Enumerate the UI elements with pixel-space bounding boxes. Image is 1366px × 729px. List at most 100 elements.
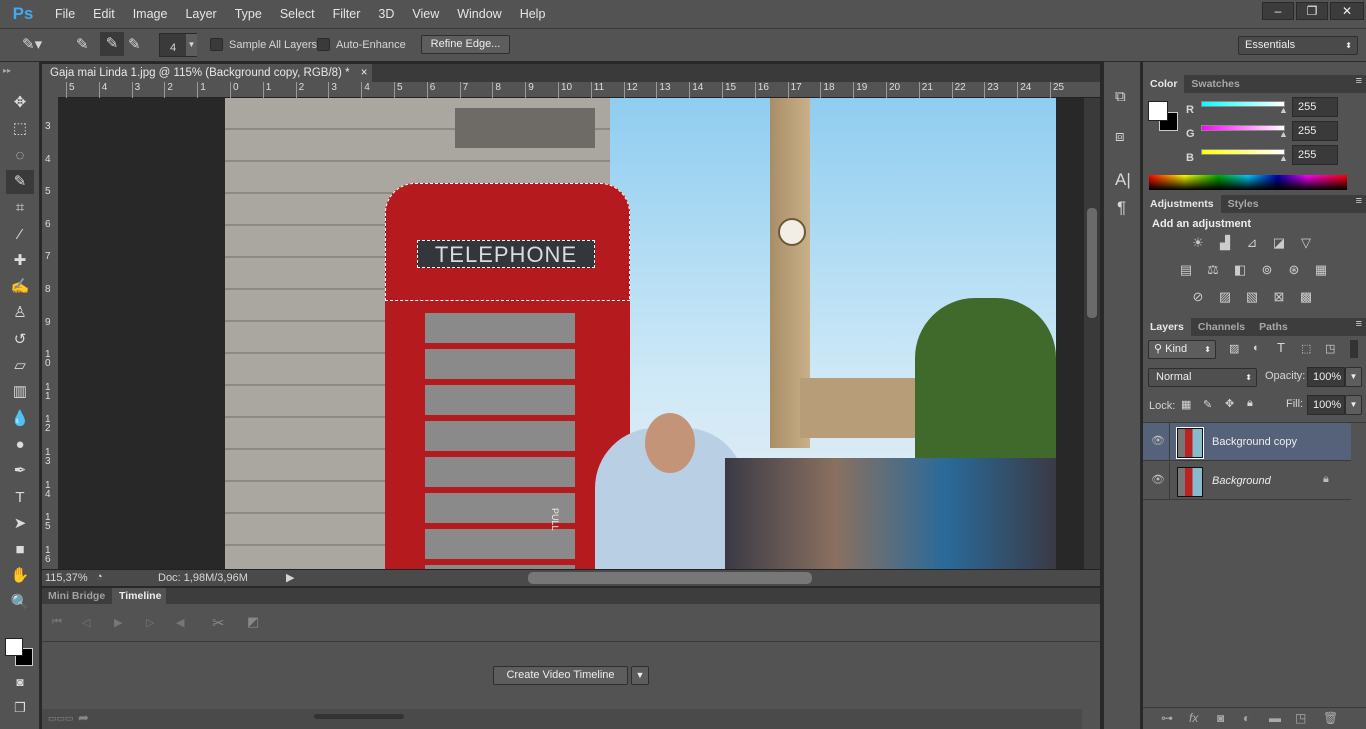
lasso-tool[interactable]: ◌ xyxy=(6,144,34,168)
vertical-ruler[interactable]: 3 4 5 6 7 8 9 10 11 12 13 14 15 16 xyxy=(42,98,58,569)
menu-image[interactable]: Image xyxy=(124,7,177,21)
quick-mask-icon[interactable]: ◙ xyxy=(6,670,34,694)
sample-all-layers-checkbox[interactable] xyxy=(210,38,223,51)
channel-slider[interactable] xyxy=(1201,149,1285,155)
eyedropper-tool[interactable]: ⁄ xyxy=(6,223,34,247)
auto-enhance-checkbox[interactable] xyxy=(317,38,330,51)
layer-row[interactable]: 👁︎ Background copy xyxy=(1143,423,1351,461)
pixel-filter-icon[interactable]: ▨ xyxy=(1229,342,1239,355)
tab-layers[interactable]: Layers xyxy=(1143,318,1191,336)
opacity-field[interactable]: 100% xyxy=(1307,367,1345,387)
zoom-tool[interactable]: 🔍 xyxy=(6,591,34,615)
menu-view[interactable]: View xyxy=(403,7,448,21)
fill-dropdown[interactable]: ▼ xyxy=(1345,395,1362,415)
clone-stamp-tool[interactable]: ♙ xyxy=(6,301,34,325)
adjustment-icon[interactable]: ◧ xyxy=(1229,262,1251,278)
document-image[interactable]: TELEPHONE PULL xyxy=(225,98,1056,569)
adjustment-icon[interactable]: ◪ xyxy=(1268,235,1290,251)
new-selection-icon[interactable]: ✎ xyxy=(76,35,89,53)
add-mask-icon[interactable]: ◙ xyxy=(1217,711,1224,725)
share-icon[interactable]: ◔ xyxy=(96,571,103,583)
adjustment-icon[interactable]: ⊘ xyxy=(1187,289,1209,305)
collapse-icon[interactable]: ▸▸ xyxy=(3,66,11,75)
lock-transparent-icon[interactable]: ▦ xyxy=(1181,398,1191,411)
vertical-scrollbar[interactable] xyxy=(1084,98,1100,569)
type-filter-icon[interactable]: T xyxy=(1277,340,1285,355)
visibility-eye-icon[interactable]: 👁︎ xyxy=(1151,434,1165,447)
panel-menu-icon[interactable]: ≡ xyxy=(1356,318,1366,336)
new-group-icon[interactable]: ▬ xyxy=(1269,711,1281,725)
first-frame-icon[interactable]: ⏮ xyxy=(52,616,62,629)
horizontal-ruler[interactable]: 5 4 3 2 1 0 1 2 3 4 5 6 7 8 9 10 11 12 13 14 15 16 17 18 19 20 21 2… xyxy=(58,82,1100,98)
workspace-select[interactable]: Essentials ⬍ xyxy=(1238,36,1358,55)
color-ramp[interactable] xyxy=(1149,175,1347,190)
menu-window[interactable]: Window xyxy=(448,7,510,21)
gradient-tool[interactable]: ▥ xyxy=(6,380,34,404)
dodge-tool[interactable]: ● xyxy=(6,433,34,457)
adjustment-icon[interactable]: ▦ xyxy=(1310,262,1332,278)
lock-all-icon[interactable]: 🔒︎ xyxy=(1247,397,1253,410)
menu-filter[interactable]: Filter xyxy=(324,7,370,21)
move-tool[interactable]: ✥ xyxy=(6,91,34,115)
previous-frame-icon[interactable]: ◁ xyxy=(82,616,90,629)
slider-handle[interactable]: ▲ xyxy=(1279,105,1288,115)
menu-3d[interactable]: 3D xyxy=(369,7,403,21)
brush-size-picker[interactable]: 4 ▼ xyxy=(159,33,197,57)
layer-row[interactable]: 👁︎ Background 🔒︎ xyxy=(1143,462,1351,500)
adjustment-icon[interactable]: ▨ xyxy=(1214,289,1236,305)
tab-paths[interactable]: Paths xyxy=(1252,318,1295,336)
channel-slider[interactable] xyxy=(1201,101,1285,107)
opacity-dropdown[interactable]: ▼ xyxy=(1345,367,1362,387)
adjustment-icon[interactable]: ▧ xyxy=(1241,289,1263,305)
subtract-from-selection-icon[interactable]: ✎ xyxy=(128,35,141,53)
slider-handle[interactable]: ▲ xyxy=(1279,129,1288,139)
panel-menu-icon[interactable]: ≡ xyxy=(1356,75,1366,93)
marquee-tool[interactable]: ⬚ xyxy=(6,117,34,141)
close-tab-icon[interactable]: × xyxy=(361,67,368,79)
blend-mode-select[interactable]: Normal ⬍ xyxy=(1148,368,1257,387)
transition-icon[interactable]: ◩ xyxy=(247,614,259,630)
channel-value[interactable]: 255 xyxy=(1292,145,1338,165)
lock-pixels-icon[interactable]: ✎ xyxy=(1203,398,1212,411)
add-to-selection-icon[interactable]: ✎ xyxy=(100,32,124,56)
document-tab[interactable]: Gaja mai Linda 1.jpg @ 115% (Background … xyxy=(42,64,372,82)
tab-styles[interactable]: Styles xyxy=(1221,195,1266,213)
adjustment-filter-icon[interactable]: ◐ xyxy=(1253,342,1260,354)
menu-select[interactable]: Select xyxy=(271,7,324,21)
layer-filter-select[interactable]: ⚲ Kind ⬍ xyxy=(1148,340,1216,359)
tab-mini-bridge[interactable]: Mini Bridge xyxy=(42,588,112,604)
properties-icon[interactable]: ⧈ xyxy=(1115,128,1125,145)
delete-layer-icon[interactable]: 🗑︎ xyxy=(1323,711,1338,725)
horizontal-scrollbar[interactable] xyxy=(528,572,812,584)
channel-value[interactable]: 255 xyxy=(1292,121,1338,141)
blur-tool[interactable]: 💧 xyxy=(6,407,34,431)
frame-mode-icon[interactable]: ▭▭▭ xyxy=(48,713,74,724)
brush-tool[interactable]: ✍ xyxy=(6,275,34,299)
crop-tool[interactable]: ⌗ xyxy=(6,196,34,220)
lock-position-icon[interactable]: ✥ xyxy=(1225,397,1234,410)
menu-layer[interactable]: Layer xyxy=(176,7,225,21)
link-layers-icon[interactable]: ⊶ xyxy=(1161,711,1173,725)
pen-tool[interactable]: ✒ xyxy=(6,459,34,483)
eraser-tool[interactable]: ▱ xyxy=(6,354,34,378)
screen-mode-icon[interactable]: ❐ xyxy=(6,696,34,720)
adjustment-icon[interactable]: ▩ xyxy=(1295,289,1317,305)
history-icon[interactable]: ⧉ xyxy=(1115,88,1126,105)
tab-timeline[interactable]: Timeline xyxy=(112,588,166,604)
play-icon[interactable]: ▶ xyxy=(114,616,122,629)
create-video-timeline-button[interactable]: Create Video Timeline xyxy=(493,666,628,685)
scroll-thumb[interactable] xyxy=(1087,208,1097,318)
tab-adjustments[interactable]: Adjustments xyxy=(1143,195,1221,213)
scissors-icon[interactable]: ✂ xyxy=(212,614,225,632)
path-selection-tool[interactable]: ➤ xyxy=(6,512,34,536)
hand-tool[interactable]: ✋ xyxy=(6,564,34,588)
convert-icon[interactable]: ➦ xyxy=(78,710,89,726)
type-tool[interactable]: T xyxy=(6,486,34,510)
tab-color[interactable]: Color xyxy=(1143,75,1185,93)
tab-channels[interactable]: Channels xyxy=(1191,318,1252,336)
restore-button[interactable]: ❐ xyxy=(1296,2,1328,20)
menu-edit[interactable]: Edit xyxy=(84,7,124,21)
timeline-type-dropdown[interactable]: ▼ xyxy=(631,666,649,685)
quick-selection-tool[interactable]: ✎ xyxy=(6,169,34,194)
new-adjustment-layer-icon[interactable]: ◐ xyxy=(1243,711,1250,725)
